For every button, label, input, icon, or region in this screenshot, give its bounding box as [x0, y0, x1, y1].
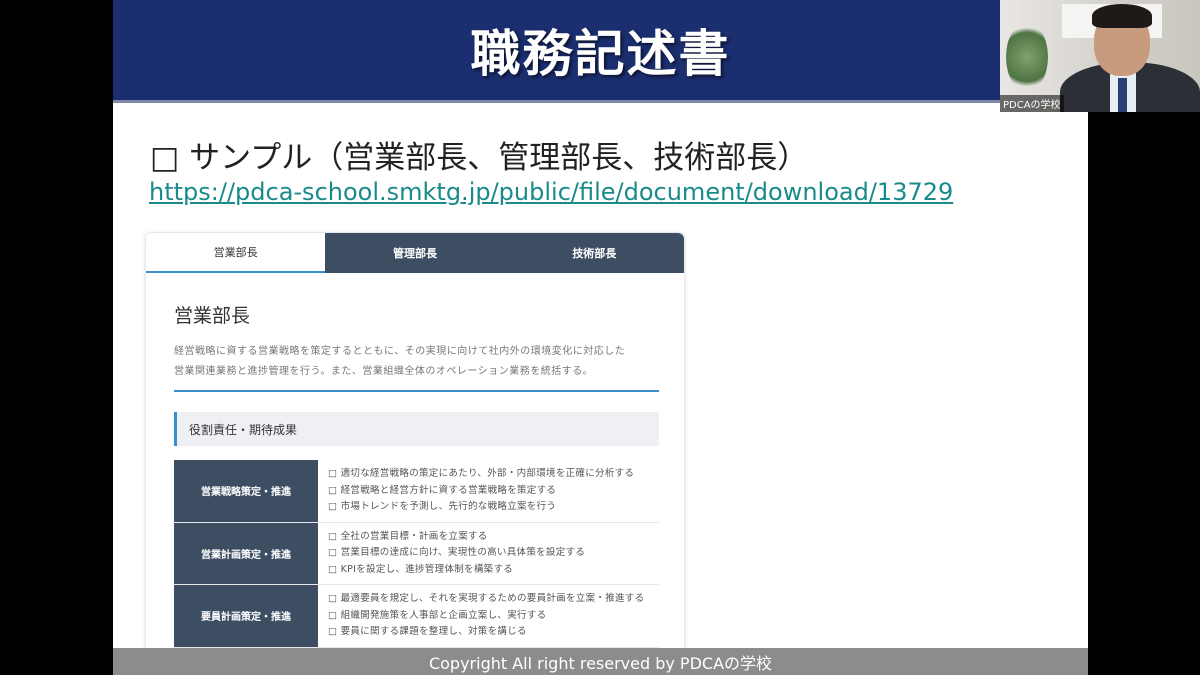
role-description-line: 経営戦略に資する営業戦略を策定するとともに、その実現に向けて社内外の環境変化に対… — [174, 346, 626, 357]
table-row: 要員計画策定・推進 □ 最適要員を規定し、それを実現するための要員計画を立案・推… — [174, 585, 659, 648]
tab-bar: 営業部長 管理部長 技術部長 — [146, 233, 684, 273]
row-items: □ 最適要員を規定し、それを実現するための要員計画を立案・推進する □ 組織開発… — [318, 585, 654, 647]
role-description: 経営戦略に資する営業戦略を策定するとともに、その実現に向けて社内外の環境変化に対… — [174, 342, 659, 382]
slide: 職務記述書 □ サンプル（営業部長、管理部長、技術部長） https://pdc… — [113, 0, 1088, 675]
row-label: 要員計画策定・推進 — [174, 585, 318, 647]
row-label: 営業計画策定・推進 — [174, 522, 318, 584]
role-title: 営業部長 — [174, 305, 251, 327]
divider — [174, 390, 659, 392]
list-item: □ 最適要員を規定し、それを実現するための要員計画を立案・推進する — [328, 593, 645, 604]
list-item: □ 全社の営業目標・計画を立案する — [328, 530, 488, 542]
tab-sales-manager[interactable]: 営業部長 — [146, 233, 326, 273]
list-item: □ 組織開発施策を人事部と企画立案し、実行する — [328, 609, 547, 621]
download-link[interactable]: https://pdca-school.smktg.jp/public/file… — [149, 178, 953, 206]
tab-admin-manager[interactable]: 管理部長 — [325, 233, 505, 273]
list-item: □ KPIを設定し、進捗管理体制を構築する — [328, 563, 514, 575]
row-items: □ 適切な経営戦略の策定にあたり、外部・内部環境を正確に分析する □ 経営戦略と… — [318, 460, 644, 522]
row-items: □ 全社の営業目標・計画を立案する □ 営業目標の達成に向け、実現性の高い具体策… — [318, 523, 595, 585]
responsibility-table: 営業戦略策定・推進 □ 適切な経営戦略の策定にあたり、外部・内部環境を正確に分析… — [174, 460, 659, 648]
plant-image — [1006, 22, 1048, 92]
copyright-footer: Copyright All right reserved by PDCAの学校 — [113, 648, 1088, 675]
list-item: □ 経営戦略と経営方針に資する営業戦略を策定する — [328, 484, 557, 496]
list-item: □ 営業目標の達成に向け、実現性の高い具体策を設定する — [328, 547, 586, 558]
copyright-text: Copyright All right reserved by PDCAの学校 — [428, 653, 773, 673]
presenter-hair — [1092, 4, 1152, 28]
list-item: □ 市場トレンドを予測し、先行的な戦略立案を行う — [328, 501, 557, 512]
tab-tech-manager[interactable]: 技術部長 — [504, 233, 684, 273]
presenter-tie — [1118, 78, 1127, 112]
list-item: □ 要員に関する課題を整理し、対策を講じる — [328, 626, 527, 637]
table-row: 営業戦略策定・推進 □ 適切な経営戦略の策定にあたり、外部・内部環境を正確に分析… — [174, 460, 659, 523]
list-item: □ 適切な経営戦略の策定にあたり、外部・内部環境を正確に分析する — [328, 468, 635, 479]
webcam-thumbnail: PDCAの学校 — [1000, 0, 1200, 112]
slide-subtitle: □ サンプル（営業部長、管理部長、技術部長） — [150, 140, 809, 176]
webcam-name-label: PDCAの学校 — [1000, 95, 1064, 112]
role-description-line: 営業関連業務と進捗管理を行う。また、営業組織全体のオペレーション業務を統括する。 — [174, 366, 594, 377]
row-label: 営業戦略策定・推進 — [174, 460, 318, 522]
table-row: 営業計画策定・推進 □ 全社の営業目標・計画を立案する □ 営業目標の達成に向け… — [174, 522, 659, 585]
card-body: 営業部長 経営戦略に資する営業戦略を策定するとともに、その実現に向けて社内外の環… — [146, 301, 684, 648]
section-heading: 役割責任・期待成果 — [174, 412, 659, 446]
title-bar: 職務記述書 — [113, 0, 1088, 103]
job-description-card: 営業部長 管理部長 技術部長 営業部長 経営戦略に資する営業戦略を策定するととも… — [145, 232, 685, 664]
slide-title: 職務記述書 — [470, 25, 731, 83]
